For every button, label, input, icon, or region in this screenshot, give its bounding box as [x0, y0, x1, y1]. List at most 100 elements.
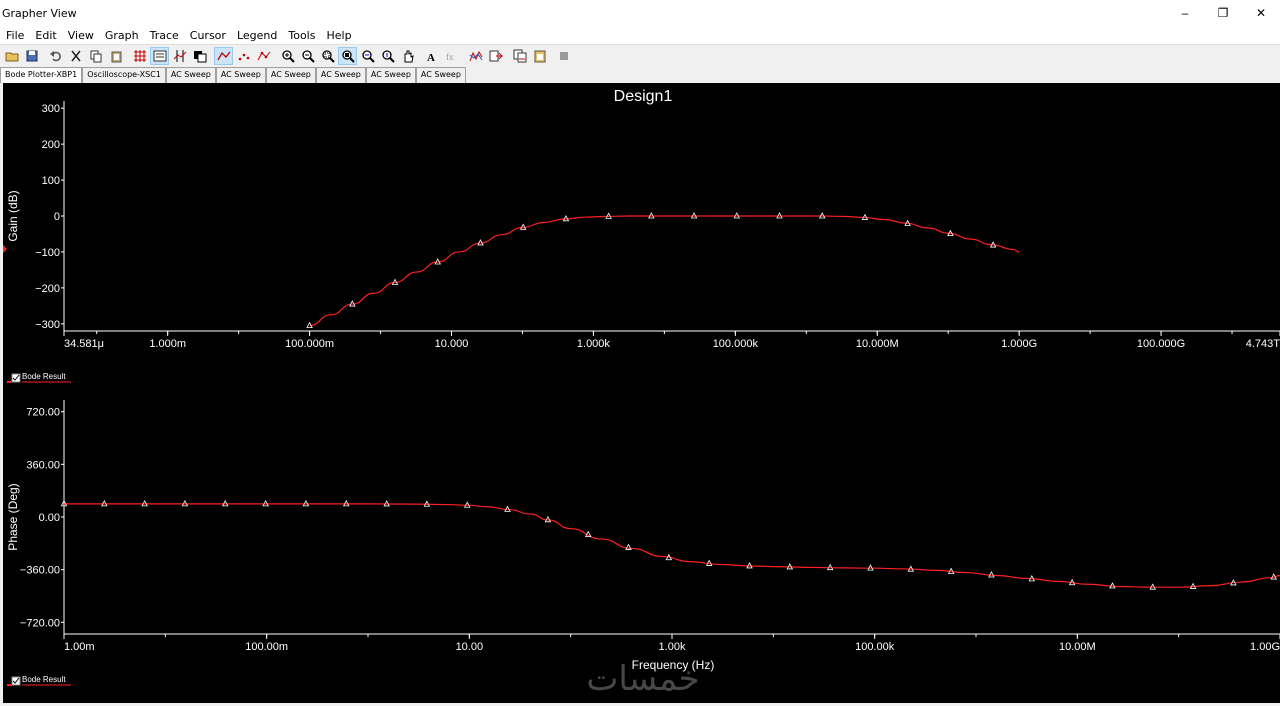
trace-marker — [988, 571, 995, 578]
legend-button[interactable] — [150, 47, 169, 65]
zoom-full-icon — [341, 50, 355, 63]
menu-trace[interactable]: Trace — [144, 29, 184, 42]
menu-view[interactable]: View — [62, 29, 99, 42]
show-lines-button[interactable] — [214, 47, 233, 65]
copy-button[interactable] — [86, 47, 105, 65]
tab-bode-plotter[interactable]: Bode Plotter-XBP1 — [0, 67, 83, 83]
undo-icon — [49, 51, 61, 62]
menu-help[interactable]: Help — [320, 29, 356, 42]
cursors-button[interactable] — [170, 47, 189, 65]
menu-file[interactable]: File — [0, 29, 29, 42]
window-title: Grapher View — [2, 6, 77, 20]
x-tick-label: 10.00M — [1059, 641, 1096, 653]
maximize-button[interactable]: ❐ — [1204, 0, 1242, 26]
y-tick-label: 720.00 — [26, 407, 60, 419]
save-button[interactable] — [22, 47, 41, 65]
graph-area[interactable]: Design1 300 200 100 0 −100 −200 −300 34.581μ 1.00… — [3, 83, 1280, 703]
x-tick-label: 1.000G — [1001, 338, 1037, 350]
open-button[interactable] — [2, 47, 21, 65]
paste-button[interactable] — [106, 47, 125, 65]
x-tick-label: 100.000m — [285, 338, 334, 350]
tab-ac-sweep-4[interactable]: AC Sweep — [315, 67, 366, 83]
fx-button[interactable]: fx — [442, 47, 461, 65]
show-points-button[interactable] — [234, 47, 253, 65]
y-tick-label: −360.00 — [20, 565, 60, 577]
overlay-button[interactable] — [190, 47, 209, 65]
save-icon — [26, 50, 37, 62]
show-points-icon — [238, 53, 249, 61]
toolbar: Afx — [0, 46, 1280, 66]
cut-icon — [70, 50, 81, 62]
close-button[interactable]: ✕ — [1242, 0, 1280, 26]
y-tick-label: 0.00 — [39, 512, 60, 524]
legend-icon — [153, 50, 166, 62]
zoom-y-button[interactable] — [378, 47, 397, 65]
x-tick-label: 10.000 — [435, 338, 469, 350]
legend-label: Bode Result — [22, 372, 66, 381]
y-tick-label: 300 — [42, 103, 60, 115]
tab-ac-sweep-6[interactable]: AC Sweep — [415, 67, 466, 83]
undo-button[interactable] — [46, 47, 65, 65]
zoom-area-button[interactable] — [318, 47, 337, 65]
tab-ac-sweep-2[interactable]: AC Sweep — [215, 67, 266, 83]
zoom-out-button[interactable] — [298, 47, 317, 65]
chart-props-button[interactable] — [466, 47, 485, 65]
y-tick-label: 100 — [42, 175, 60, 187]
copy-graph-button[interactable] — [510, 47, 529, 65]
svg-text:fx: fx — [446, 52, 454, 62]
x-tick-label: 10.00 — [456, 641, 484, 653]
zoom-x-button[interactable] — [358, 47, 377, 65]
lines-points-button[interactable] — [254, 47, 273, 65]
menu-tools[interactable]: Tools — [282, 29, 320, 42]
y-tick-label: −200 — [35, 283, 60, 295]
y-axis-label: Gain (dB) — [6, 190, 20, 241]
menu-cursor[interactable]: Cursor — [184, 29, 231, 42]
x-tick-label: 1.00G — [1250, 641, 1280, 653]
tab-ac-sweep-1[interactable]: AC Sweep — [165, 67, 216, 83]
x-tick-label: 1.000m — [149, 338, 186, 350]
zoom-in-icon — [281, 50, 295, 63]
watermark-logo: خمسات — [586, 659, 699, 699]
tab-oscilloscope[interactable]: Oscilloscope-XSC1 — [82, 67, 166, 83]
lines-points-icon — [257, 51, 270, 61]
menu-graph[interactable]: Graph — [99, 29, 144, 42]
tab-ac-sweep-5[interactable]: AC Sweep — [365, 67, 416, 83]
grid-icon — [133, 50, 146, 62]
x-tick-label: 1.00m — [64, 641, 95, 653]
x-tick-label: 100.000G — [1137, 338, 1185, 350]
zoom-out-icon — [301, 50, 315, 63]
text-button[interactable]: A — [422, 47, 441, 65]
tab-ac-sweep-3[interactable]: AC Sweep — [265, 67, 316, 83]
chart-props-icon — [469, 50, 482, 62]
pan-button[interactable] — [398, 47, 417, 65]
menu-edit[interactable]: Edit — [29, 29, 61, 42]
y-tick-label: 360.00 — [26, 459, 60, 471]
show-lines-icon — [216, 51, 231, 61]
cut-button[interactable] — [66, 47, 85, 65]
bode-plot-svg: Design1 300 200 100 0 −100 −200 −300 34.581μ 1.00… — [3, 88, 1280, 699]
paste-graph-button[interactable] — [530, 47, 549, 65]
zoom-y-icon — [381, 50, 395, 63]
export-button[interactable] — [486, 47, 505, 65]
legend-label: Bode Result — [22, 675, 66, 684]
x-tick-label: 100.000k — [713, 338, 759, 350]
trace-marker — [1109, 582, 1116, 589]
copy-graph-icon — [513, 49, 526, 63]
grid-button[interactable] — [130, 47, 149, 65]
x-tick-label: 34.581μ — [64, 338, 104, 350]
menu-legend[interactable]: Legend — [231, 29, 282, 42]
pan-icon — [404, 50, 414, 63]
cursor-marker-icon — [3, 245, 7, 253]
stop-button[interactable] — [554, 47, 573, 65]
copy-icon — [90, 50, 101, 63]
window-titlebar: Grapher View – ❐ ✕ — [0, 0, 1280, 26]
stop-icon — [559, 52, 568, 60]
zoom-full-button[interactable] — [338, 47, 357, 65]
zoom-in-button[interactable] — [278, 47, 297, 65]
x-tick-label: 1.000k — [577, 338, 611, 350]
minimize-button[interactable]: – — [1166, 0, 1204, 26]
y-tick-label: 200 — [42, 139, 60, 151]
open-icon — [5, 52, 18, 62]
y-tick-label: −300 — [35, 319, 60, 331]
overlay-icon — [193, 51, 206, 63]
